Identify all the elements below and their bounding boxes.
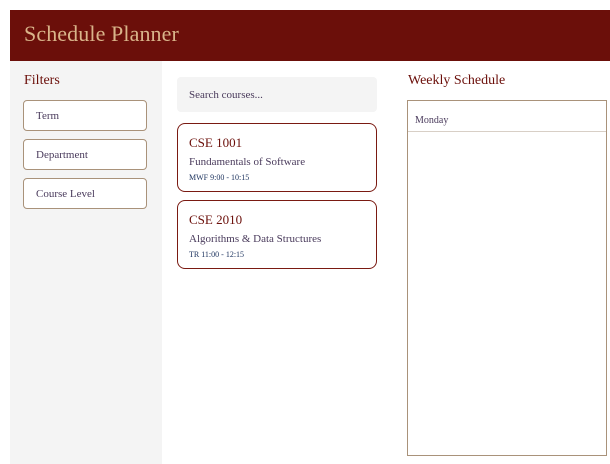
search-box xyxy=(177,77,377,112)
course-name: Fundamentals of Software xyxy=(189,156,306,168)
filters-title: Filters xyxy=(24,73,60,88)
app-header: Schedule Planner xyxy=(10,10,610,61)
day-header-monday: Monday xyxy=(408,101,606,132)
course-code: CSE 2010 xyxy=(189,212,243,227)
course-card-cse-1001[interactable]: CSE 1001 Fundamentals of Software MWF 9:… xyxy=(177,123,377,192)
course-card-cse-2010[interactable]: CSE 2010 Algorithms & Data Structures TR… xyxy=(177,200,377,269)
filter-term-button[interactable]: Term xyxy=(23,100,147,131)
weekly-schedule-title: Weekly Schedule xyxy=(408,73,506,88)
filter-department-button[interactable]: Department xyxy=(23,139,147,170)
course-name: Algorithms & Data Structures xyxy=(189,233,322,245)
app-title: Schedule Planner xyxy=(24,21,179,46)
course-time: TR 11:00 - 12:15 xyxy=(189,250,245,259)
weekly-schedule-panel: Monday xyxy=(407,100,607,456)
course-time: MWF 9:00 - 10:15 xyxy=(189,173,250,182)
day-label: Monday xyxy=(415,115,449,126)
search-input[interactable] xyxy=(177,77,377,112)
filters-sidebar: Filters Term Department Course Level xyxy=(10,61,162,464)
course-code: CSE 1001 xyxy=(189,135,243,150)
filter-course-level-button[interactable]: Course Level xyxy=(23,178,147,209)
